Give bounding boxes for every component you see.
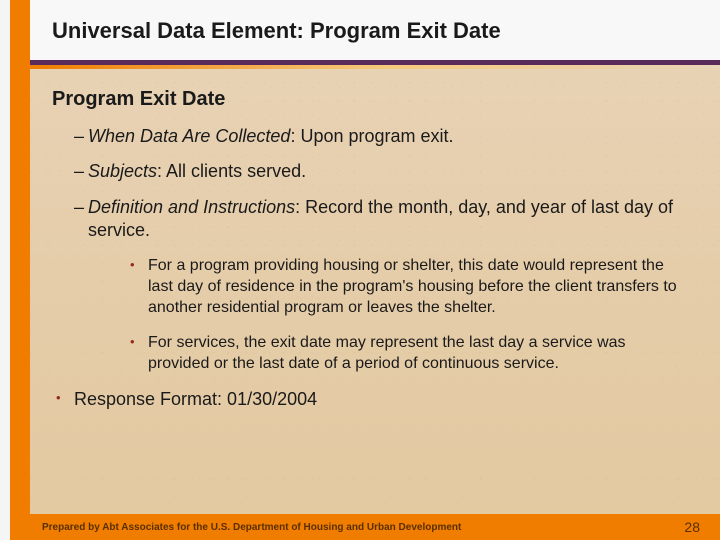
item-text: : All clients served. — [157, 161, 306, 181]
item-text: : Upon program exit. — [290, 126, 453, 146]
item-label: Subjects — [88, 161, 157, 181]
response-format: • Response Format: 01/30/2004 — [52, 388, 682, 411]
footer-text: Prepared by Abt Associates for the U.S. … — [42, 522, 461, 533]
sub-bullet-text: For a program providing housing or shelt… — [148, 255, 682, 318]
footer: Prepared by Abt Associates for the U.S. … — [30, 514, 720, 540]
content: Program Exit Date – When Data Are Collec… — [52, 88, 682, 412]
left-white-bar — [0, 0, 10, 540]
item-definition: – Definition and Instructions: Record th… — [52, 196, 682, 243]
response-text: Response Format: 01/30/2004 — [74, 388, 317, 411]
page-number: 28 — [684, 519, 700, 535]
item-when-collected: – When Data Are Collected: Upon program … — [52, 125, 682, 148]
item-subjects: – Subjects: All clients served. — [52, 160, 682, 183]
gradient-rule — [30, 65, 720, 69]
page-title: Universal Data Element: Program Exit Dat… — [52, 18, 501, 44]
item-label: When Data Are Collected — [88, 126, 290, 146]
bullet-icon: • — [130, 255, 148, 318]
sub-bullet: • For a program providing housing or she… — [130, 255, 682, 318]
bullet-icon: • — [56, 388, 74, 411]
sub-bullet: • For services, the exit date may repres… — [130, 332, 682, 374]
bullet-icon: • — [130, 332, 148, 374]
left-orange-bar — [10, 0, 30, 540]
item-label: Definition and Instructions — [88, 197, 295, 217]
sub-bullet-text: For services, the exit date may represen… — [148, 332, 682, 374]
section-title: Program Exit Date — [52, 88, 682, 111]
